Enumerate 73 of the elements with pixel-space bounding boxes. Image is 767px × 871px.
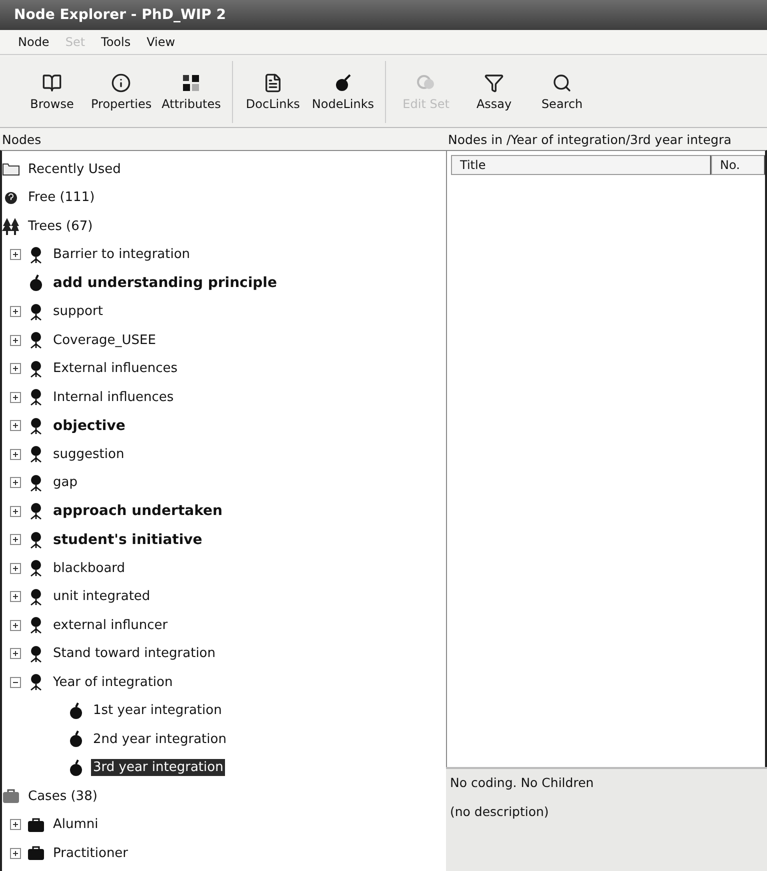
- tree-item[interactable]: gap: [51, 474, 80, 492]
- expand-toggle[interactable]: [10, 648, 21, 660]
- tree-item[interactable]: Practitioner: [51, 844, 130, 862]
- tree-item[interactable]: suggestion: [51, 446, 126, 463]
- tree-item[interactable]: objective: [51, 416, 128, 435]
- tree-item[interactable]: blackboard: [51, 560, 128, 577]
- tree-item[interactable]: Internal influences: [51, 388, 176, 406]
- search-icon: [552, 73, 572, 93]
- ball-icon: [67, 730, 85, 748]
- description-text: (no description): [450, 804, 550, 819]
- pane-title: Nodes in /Year of integration/3rd year integra: [447, 130, 732, 149]
- expand-toggle[interactable]: [10, 534, 21, 546]
- column-header[interactable]: No.: [711, 155, 765, 175]
- menu-item[interactable]: Tools: [101, 35, 131, 49]
- tree-item[interactable]: 3rd year integration: [91, 759, 226, 776]
- tree-item[interactable]: external influncer: [51, 616, 170, 634]
- expand-toggle[interactable]: [10, 249, 21, 260]
- expand-toggle[interactable]: [10, 306, 21, 318]
- expand-toggle[interactable]: [10, 591, 21, 602]
- tree-item[interactable]: support: [51, 303, 105, 320]
- toolbar-button[interactable]: Search: [530, 61, 594, 123]
- ball-icon: [27, 274, 45, 292]
- tree-item[interactable]: Stand toward integration: [51, 645, 218, 662]
- book-icon: [42, 73, 62, 93]
- tree-item[interactable]: approach undertaken: [51, 502, 224, 520]
- tree-item[interactable]: unit integrated: [51, 588, 152, 606]
- status-text: No coding. No Children: [450, 775, 595, 790]
- tree-item[interactable]: Cases (38): [26, 788, 100, 805]
- window-title: Node Explorer - PhD_WIP 2: [14, 7, 226, 23]
- expand-toggle[interactable]: [10, 363, 21, 374]
- menu-item[interactable]: View: [146, 35, 176, 49]
- column-header[interactable]: Title: [451, 155, 711, 175]
- info-icon: [111, 73, 132, 93]
- tree-item[interactable]: Alumni: [51, 816, 100, 834]
- briefcase-icon: [2, 787, 20, 806]
- tree-item[interactable]: Coverage_USEE: [51, 332, 158, 349]
- toolbar-button[interactable]: DocLinks: [240, 61, 305, 123]
- tree-item[interactable]: Free (111): [26, 189, 97, 206]
- tree-item[interactable]: student's initiative: [51, 530, 204, 549]
- expand-toggle[interactable]: [10, 448, 21, 460]
- toolbar-button[interactable]: Assay: [462, 61, 526, 123]
- tree-item[interactable]: 1st year integration: [91, 702, 224, 720]
- squares-icon: [181, 73, 202, 93]
- tree-icon: [2, 217, 20, 236]
- expand-toggle[interactable]: [10, 392, 21, 403]
- expand-toggle[interactable]: [10, 477, 21, 488]
- tree-item[interactable]: 2nd year integration: [91, 730, 228, 748]
- expand-toggle[interactable]: [10, 562, 21, 574]
- toolbar-button[interactable]: NodeLinks: [308, 61, 378, 123]
- toolbar-button[interactable]: Attributes: [158, 61, 224, 123]
- tree-item[interactable]: Trees (67): [26, 218, 95, 235]
- document-icon: [262, 73, 283, 93]
- collapse-toggle[interactable]: [10, 676, 21, 688]
- expand-toggle[interactable]: [10, 334, 21, 346]
- ball-icon: [67, 702, 85, 720]
- expand-toggle[interactable]: [10, 506, 21, 517]
- expand-toggle[interactable]: [10, 848, 21, 859]
- tree-item[interactable]: Barrier to integration: [51, 246, 192, 264]
- filter-icon: [484, 73, 504, 93]
- toolbar-button[interactable]: Browse: [20, 61, 84, 123]
- expand-toggle[interactable]: [10, 819, 21, 830]
- tree-item[interactable]: External influences: [51, 360, 180, 378]
- tree-item[interactable]: add understanding principle: [51, 274, 279, 292]
- tree-item[interactable]: Year of integration: [51, 674, 175, 691]
- expand-toggle[interactable]: [10, 620, 21, 631]
- briefcase-icon: [27, 844, 45, 862]
- toolbar-button[interactable]: Properties: [88, 61, 155, 123]
- pane-title: Nodes: [1, 130, 42, 148]
- expand-toggle[interactable]: [10, 420, 21, 432]
- ball-icon: [67, 758, 85, 777]
- briefcase-icon: [27, 816, 45, 834]
- tree-item[interactable]: Recently Used: [26, 160, 123, 178]
- menu-item[interactable]: Node: [18, 35, 50, 49]
